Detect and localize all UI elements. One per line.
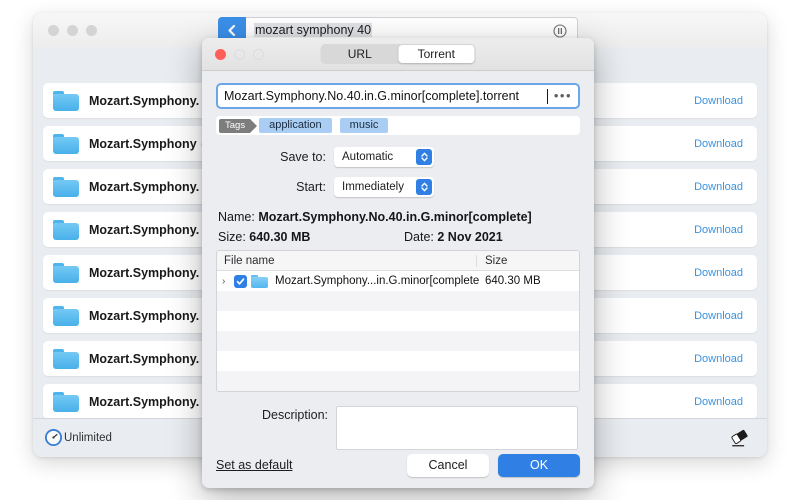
zoom-button[interactable] (86, 25, 97, 36)
result-title: Mozart.Symphony. (89, 352, 199, 366)
tab-torrent[interactable]: Torrent (398, 45, 475, 63)
tab-url[interactable]: URL (322, 45, 399, 63)
dialog-titlebar: URL Torrent (202, 38, 594, 71)
speed-limit-control[interactable]: Unlimited (44, 428, 112, 447)
download-link[interactable]: Download (694, 181, 743, 193)
folder-icon (53, 263, 79, 283)
result-title: Mozart.Symphony (89, 137, 197, 151)
folder-icon (53, 306, 79, 326)
ok-button[interactable]: OK (498, 454, 580, 477)
download-link[interactable]: Download (694, 353, 743, 365)
result-title: Mozart.Symphony. (89, 266, 199, 280)
tags-field[interactable]: Tags application music (216, 116, 580, 135)
options-form: Save to: Automatic Start: (216, 144, 580, 200)
size-value: 640.30 MB (249, 230, 310, 244)
tag-music[interactable]: music (340, 118, 389, 133)
result-title: Mozart.Symphony. (89, 180, 199, 194)
file-list-table: File name Size › Mozart.Symphony...in.G.… (216, 250, 580, 392)
close-button[interactable] (48, 25, 59, 36)
table-header: File name Size (217, 251, 579, 271)
folder-icon (53, 349, 79, 369)
reader-mode-icon[interactable] (553, 24, 567, 38)
folder-icon (53, 392, 79, 412)
download-link[interactable]: Download (694, 396, 743, 408)
dialog-zoom-button[interactable] (253, 49, 264, 60)
updown-chevron-icon (416, 179, 432, 195)
row-file-name: Mozart.Symphony...in.G.minor[complete] (275, 275, 479, 287)
download-link[interactable]: Download (694, 310, 743, 322)
column-size[interactable]: Size (476, 255, 579, 267)
start-select[interactable]: Immediately (334, 177, 434, 197)
speed-limit-label: Unlimited (64, 432, 112, 444)
disclosure-triangle-icon[interactable]: › (222, 276, 234, 287)
save-to-select[interactable]: Automatic (334, 147, 434, 167)
table-row[interactable]: › Mozart.Symphony...in.G.minor[complete]… (217, 271, 579, 291)
result-title: Mozart.Symphony. (89, 223, 199, 237)
folder-icon (251, 275, 268, 288)
cancel-button[interactable]: Cancel (407, 454, 489, 477)
folder-icon (53, 220, 79, 240)
start-value: Immediately (342, 181, 404, 193)
ellipsis-icon[interactable]: ••• (552, 91, 572, 101)
dialog-close-button[interactable] (215, 49, 226, 60)
updown-chevron-icon (416, 149, 432, 165)
download-link[interactable]: Download (694, 138, 743, 150)
eraser-icon[interactable] (729, 428, 751, 448)
minimize-button[interactable] (67, 25, 78, 36)
name-label: Name: (218, 210, 255, 224)
row-checkbox[interactable] (234, 275, 247, 288)
table-row-empty (217, 331, 579, 351)
save-to-value: Automatic (342, 151, 393, 163)
date-value: 2 Nov 2021 (437, 230, 502, 244)
size-date-line: Size: 640.30 MB Date: 2 Nov 2021 (218, 230, 578, 244)
save-to-row: Save to: Automatic (216, 144, 580, 170)
dialog-body: Mozart.Symphony.No.40.in.G.minor[complet… (202, 71, 594, 450)
window-traffic-lights[interactable] (48, 25, 97, 36)
start-label: Start: (216, 180, 334, 194)
table-row-empty (217, 351, 579, 371)
torrent-metadata: Name: Mozart.Symphony.No.40.in.G.minor[c… (216, 210, 580, 244)
save-to-label: Save to: (216, 150, 334, 164)
add-torrent-dialog: URL Torrent Mozart.Symphony.No.40.in.G.m… (202, 38, 594, 488)
dialog-footer: Set as default Cancel OK (202, 442, 594, 488)
download-link[interactable]: Download (694, 267, 743, 279)
name-value: Mozart.Symphony.No.40.in.G.minor[complet… (258, 210, 531, 224)
dialog-traffic-lights[interactable] (215, 49, 264, 60)
column-file-name[interactable]: File name (217, 255, 476, 267)
download-link[interactable]: Download (694, 224, 743, 236)
name-line: Name: Mozart.Symphony.No.40.in.G.minor[c… (218, 210, 578, 224)
tags-label-chip: Tags (219, 119, 250, 133)
result-title: Mozart.Symphony. (89, 395, 199, 409)
date-label: Date: (404, 230, 434, 244)
screen: Mozart.Symphony. 720.98 MB - Seeds (378)… (0, 0, 800, 500)
download-link[interactable]: Download (694, 95, 743, 107)
tag-application[interactable]: application (259, 118, 332, 133)
result-title: Mozart.Symphony. (89, 94, 199, 108)
source-type-segmented-control[interactable]: URL Torrent (321, 44, 476, 64)
text-caret (547, 89, 548, 104)
set-as-default-link[interactable]: Set as default (216, 458, 292, 472)
search-query-text: mozart symphony 40 (254, 23, 372, 37)
torrent-path-value: Mozart.Symphony.No.40.in.G.minor[complet… (224, 89, 547, 103)
table-row-empty (217, 311, 579, 331)
start-row: Start: Immediately (216, 174, 580, 200)
result-title: Mozart.Symphony. (89, 309, 199, 323)
size-label: Size: (218, 230, 246, 244)
table-row-empty (217, 371, 579, 391)
torrent-path-input[interactable]: Mozart.Symphony.No.40.in.G.minor[complet… (216, 83, 580, 109)
table-row-empty (217, 291, 579, 311)
speedometer-icon (44, 428, 63, 447)
folder-icon (53, 177, 79, 197)
dialog-minimize-button[interactable] (234, 49, 245, 60)
folder-icon (53, 91, 79, 111)
row-file-size: 640.30 MB (479, 275, 579, 287)
chevron-left-icon (227, 24, 237, 37)
folder-icon (53, 134, 79, 154)
